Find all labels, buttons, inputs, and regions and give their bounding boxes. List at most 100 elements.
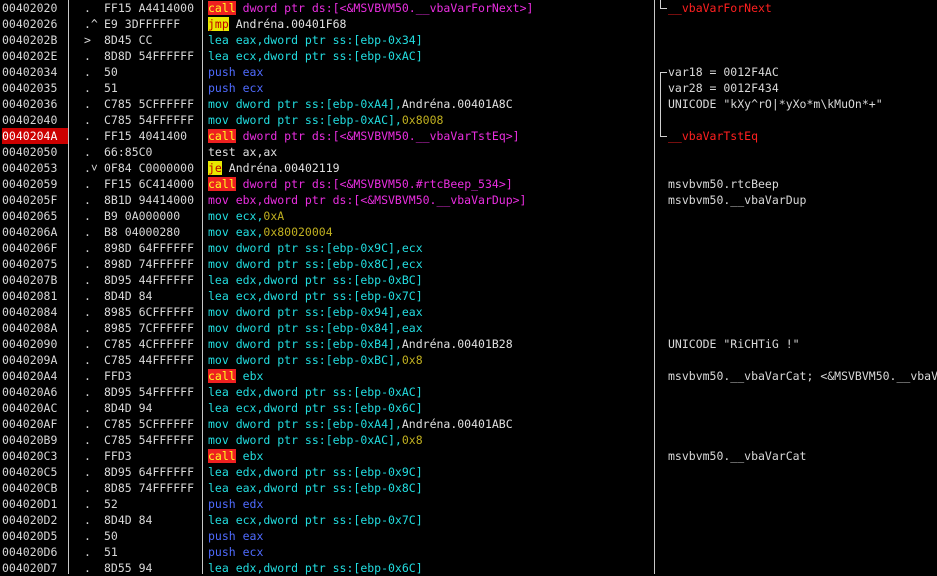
disassembly-cell: push eax [208,64,654,80]
disasm-row[interactable]: 00402035. 51 push ecx var28 = 0012F434 [0,80,937,96]
disassembly-cell: call dword ptr ds:[<&MSVBVM50.__vbaVarFo… [208,0,654,16]
hex-dump-cell: FF15 6C414000 [104,177,195,191]
jump-marker: . [84,369,91,383]
address-cell: 004020D5 [2,529,58,543]
disasm-row[interactable]: 0040209A. C785 44FFFFFF mov dword ptr ss:[… [0,352,937,368]
instruction-token: lea ecx,dword ptr ss:[ebp-0x6C] [208,401,423,415]
disasm-row[interactable]: 0040208A. 8985 7CFFFFFF mov dword ptr ss:[… [0,320,937,336]
jump-marker: . [84,145,91,159]
disasm-row[interactable]: 0040205F. 8B1D 94414000 mov ebx,dword ptr … [0,192,937,208]
disasm-row[interactable]: 004020CB. 8D85 74FFFFFF lea eax,dword ptr … [0,480,937,496]
address-cell: 0040204A [2,128,68,144]
disassembly-cell: call dword ptr ds:[<&MSVBVM50.#rtcBeep_5… [208,176,654,192]
disasm-row[interactable]: 004020D5. 50 push eax [0,528,937,544]
instruction-mnemonic: call [208,369,236,383]
comment-cell: UNICODE "RiCHTiG !" [668,337,800,351]
disasm-row[interactable]: 00402053 .˅ 0F84 C0000000 je Andréna.004021… [0,160,937,176]
disasm-row[interactable]: 004020A6. 8D95 54FFFFFF lea edx,dword ptr … [0,384,937,400]
disassembly-view[interactable]: 00402020. FF15 A4414000 call dword ptr ds:… [0,0,937,575]
instruction-mnemonic: call [208,1,236,15]
disassembly-cell: lea eax,dword ptr ss:[ebp-0x8C] [208,480,654,496]
address-cell: 004020A4 [2,369,58,383]
disasm-row[interactable]: 004020D6. 51 push ecx [0,544,937,560]
jump-marker: . [84,97,91,111]
instruction-token: push eax [208,65,264,79]
disasm-row[interactable]: 004020D2. 8D4D 84 lea ecx,dword ptr ss:[eb… [0,512,937,528]
disassembly-cell: mov dword ptr ss:[ebp-0x84],eax [208,320,654,336]
disasm-row[interactable]: 004020B9. C785 54FFFFFF mov dword ptr ss:[… [0,432,937,448]
jump-marker: . [84,241,91,255]
disasm-row[interactable]: 004020A4. FFD3 call ebx msvbvm50.__vbaVarCa… [0,368,937,384]
comment-cell [668,352,937,368]
disasm-row[interactable]: 004020AC. 8D4D 94 lea ecx,dword ptr ss:[eb… [0,400,937,416]
jump-marker: . [84,49,91,63]
instruction-token: push edx [208,497,264,511]
address-cell: 0040206F [2,241,58,255]
comment-cell: msvbvm50.__vbaVarDup [668,193,807,207]
jump-marker: . [84,481,91,495]
address-cell: 00402026 [2,17,58,31]
hex-dump-cell: 8D45 CC [104,33,153,47]
jump-marker: . [84,433,91,447]
comment-cell [668,160,937,176]
disasm-row[interactable]: 00402050. 66:85C0 test ax,ax [0,144,937,160]
instruction-token: 0x80020004 [263,225,333,239]
hex-dump-cell: 52 [104,497,118,511]
comment-cell: msvbvm50.rtcBeep [668,177,779,191]
disasm-row[interactable]: 00402075. 898D 74FFFFFF mov dword ptr ss:[… [0,256,937,272]
hex-dump-cell: 8985 6CFFFFFF [104,305,195,319]
instruction-token: mov ebx,dword ptr ds:[<&MSVBVM50.__vbaVa… [208,193,527,207]
address-cell: 004020C3 [2,449,58,463]
comment-cell [668,272,937,288]
jump-marker: . [84,529,91,543]
disasm-row[interactable]: 0040202E. 8D8D 54FFFFFF lea ecx,dword ptr … [0,48,937,64]
disasm-row[interactable]: 004020D1. 52 push edx [0,496,937,512]
disassembly-cell: push ecx [208,544,654,560]
disasm-row[interactable]: 00402026 .^ E9 3DFFFFFF jmp Andréna.00401F6… [0,16,937,32]
jump-marker: . [84,337,91,351]
comment-cell [668,384,937,400]
instruction-token: lea eax,dword ptr ss:[ebp-0x8C] [208,481,423,495]
disasm-row[interactable]: 00402036. C785 5CFFFFFF mov dword ptr ss:[… [0,96,937,112]
disassembly-cell: mov dword ptr ss:[ebp-0xA4],Andréna.0040… [208,416,654,432]
disassembly-cell: mov dword ptr ss:[ebp-0xBC],0x8 [208,352,654,368]
disasm-row[interactable]: 00402034. 50 push eax var18 = 0012F4AC [0,64,937,80]
comment-cell [668,416,937,432]
disasm-row[interactable]: 00402059. FF15 6C414000 call dword ptr ds:… [0,176,937,192]
address-cell: 004020AF [2,417,58,431]
jump-marker: . [84,385,91,399]
address-cell: 00402040 [2,113,58,127]
disasm-row[interactable]: 00402081. 8D4D 84 lea ecx,dword ptr ss:[eb… [0,288,937,304]
address-cell: 00402034 [2,65,58,79]
jump-marker: . [84,273,91,287]
disasm-row[interactable]: 0040207B. 8D95 44FFFFFF lea edx,dword ptr … [0,272,937,288]
instruction-token: test ax,ax [208,145,278,159]
disassembly-cell: lea ecx,dword ptr ss:[ebp-0x7C] [208,512,654,528]
disasm-row[interactable]: 00402084. 8985 6CFFFFFF mov dword ptr ss:[… [0,304,937,320]
disasm-row[interactable]: 0040202B >8D45 CC lea eax,dword ptr ss:[eb… [0,32,937,48]
instruction-token: push ecx [208,81,264,95]
disasm-row[interactable]: 004020C3. FFD3 call ebx msvbvm50.__vbaVarCa… [0,448,937,464]
disassembly-cell: push ecx [208,80,654,96]
disasm-row[interactable]: 00402090. C785 4CFFFFFF mov dword ptr ss:[… [0,336,937,352]
disassembly-cell: mov dword ptr ss:[ebp-0xAC],0x8008 [208,112,654,128]
address-cell: 004020CB [2,481,58,495]
disasm-row[interactable]: 004020AF. C785 5CFFFFFF mov dword ptr ss:[… [0,416,937,432]
disasm-row[interactable]: 00402040. C785 54FFFFFF mov dword ptr ss:[… [0,112,937,128]
jump-marker: . [84,545,91,559]
instruction-token [236,129,243,143]
hex-dump-cell: 8D95 54FFFFFF [104,385,195,399]
disasm-row[interactable]: 0040206F. 898D 64FFFFFF mov dword ptr ss:[… [0,240,937,256]
instruction-token: dword ptr ds:[<&MSVBVM50.__vbaVarTstEq>] [242,129,520,143]
jump-marker: . [84,465,91,479]
instruction-token: mov dword ptr ss:[ebp-0xB4], [208,337,402,351]
disasm-row[interactable]: 0040204A. FF15 4041400 call dword ptr ds:[… [0,128,937,144]
disasm-row[interactable]: 00402020. FF15 A4414000 call dword ptr ds:… [0,0,937,16]
disassembly-cell: call ebx [208,368,654,384]
hex-dump-cell: 8D4D 94 [104,401,153,415]
disasm-row[interactable]: 00402065. B9 0A000000 mov ecx,0xA [0,208,937,224]
jump-marker: . [84,449,91,463]
disasm-row[interactable]: 004020C5. 8D95 64FFFFFF lea edx,dword ptr … [0,464,937,480]
disasm-row[interactable]: 0040206A. B8 04000280 mov eax,0x80020004 [0,224,937,240]
comment-cell: __vbaVarTstEq [668,129,759,143]
